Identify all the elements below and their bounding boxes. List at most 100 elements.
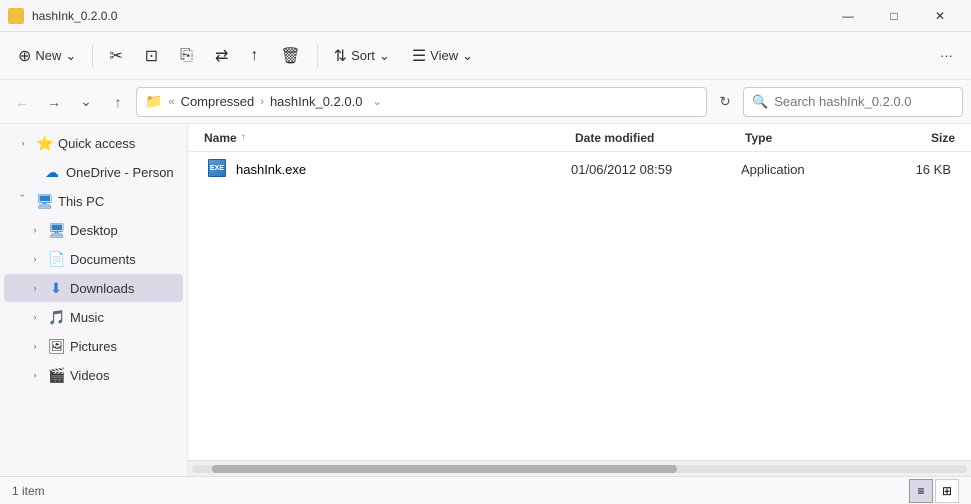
refresh-button[interactable]: ↻ <box>711 88 739 116</box>
view-button[interactable]: ☰ View ⌄ <box>402 38 483 74</box>
window-title: hashInk_0.2.0.0 <box>32 9 117 23</box>
breadcrumb-part2: hashInk_0.2.0.0 <box>270 94 363 109</box>
title-bar: hashInk_0.2.0.0 — □ ✕ <box>0 0 971 32</box>
delete-icon: 🗑 <box>280 46 300 66</box>
documents-icon: 📄 <box>48 251 64 268</box>
close-button[interactable]: ✕ <box>917 0 963 32</box>
sidebar-item-desktop[interactable]: › 🖥 Desktop <box>4 216 183 244</box>
expand-icon: › <box>28 283 42 293</box>
exe-icon: EXE <box>208 159 226 177</box>
delete-button[interactable]: 🗑 <box>270 38 310 74</box>
sidebar-item-pictures[interactable]: › 🖼 Pictures <box>4 332 183 360</box>
recent-locations-button[interactable]: ⌄ <box>72 88 100 116</box>
share-icon: ↑ <box>250 47 258 65</box>
folder-icon <box>8 8 24 24</box>
paste-button[interactable]: ⎘ <box>170 38 203 74</box>
file-date: 01/06/2012 08:59 <box>571 162 741 177</box>
music-icon: 🎵 <box>48 309 64 326</box>
status-item-count: 1 item <box>12 484 45 498</box>
pictures-icon: 🖼 <box>48 338 64 355</box>
up-button[interactable]: ↑ <box>104 88 132 116</box>
more-button[interactable]: ··· <box>930 38 963 74</box>
file-name: hashInk.exe <box>236 162 306 177</box>
move-icon: ⇄ <box>215 46 228 66</box>
quick-access-icon: ⭐ <box>36 135 52 152</box>
search-input[interactable] <box>774 94 954 109</box>
horizontal-scrollbar[interactable] <box>188 460 971 476</box>
move-button[interactable]: ⇄ <box>205 38 238 74</box>
sidebar-item-documents[interactable]: › 📄 Documents <box>4 245 183 273</box>
sidebar-item-videos[interactable]: › 🎬 Videos <box>4 361 183 389</box>
cut-icon: ✂ <box>109 46 122 66</box>
grid-view-button[interactable]: ⊞ <box>935 479 959 503</box>
sort-icon: ⇅ <box>334 46 347 66</box>
sidebar-item-downloads[interactable]: › ⬇ Downloads <box>4 274 183 302</box>
share-button[interactable]: ↑ <box>240 38 268 74</box>
details-view-button[interactable]: ≡ <box>909 479 933 503</box>
search-icon: 🔍 <box>752 94 768 110</box>
sidebar-item-this-pc[interactable]: › 🖥 This PC <box>4 187 183 215</box>
sidebar-item-label: OneDrive - Person <box>66 165 174 180</box>
this-pc-icon: 🖥 <box>36 193 52 210</box>
forward-button[interactable]: → <box>40 88 68 116</box>
toolbar-separator-2 <box>317 44 318 68</box>
sidebar-item-label: Pictures <box>70 339 117 354</box>
desktop-icon: 🖥 <box>48 222 64 239</box>
breadcrumb-part1: Compressed <box>181 94 255 109</box>
expand-icon: › <box>16 138 30 148</box>
maximize-button[interactable]: □ <box>871 0 917 32</box>
file-icon: EXE <box>208 159 228 179</box>
sidebar-item-label: This PC <box>58 194 104 209</box>
sidebar-item-label: Videos <box>70 368 110 383</box>
file-name-cell: EXE hashInk.exe <box>208 159 571 179</box>
window-controls: — □ ✕ <box>825 0 963 32</box>
view-chevron: ⌄ <box>462 48 473 64</box>
sort-button[interactable]: ⇅ Sort ⌄ <box>324 38 400 74</box>
sidebar-item-quick-access[interactable]: › ⭐ Quick access <box>4 129 183 157</box>
col-size: Size <box>875 131 955 145</box>
sort-label: Sort <box>351 48 375 63</box>
expand-icon: › <box>18 194 28 208</box>
view-label: View <box>430 48 458 63</box>
cut-button[interactable]: ✂ <box>99 38 132 74</box>
file-type: Application <box>741 162 871 177</box>
sidebar-item-label: Music <box>70 310 104 325</box>
file-header: Name ↑ Date modified Type Size <box>188 124 971 152</box>
sidebar: › ⭐ Quick access ☁ OneDrive - Person › 🖥… <box>0 124 188 476</box>
sidebar-item-label: Desktop <box>70 223 118 238</box>
status-bar: 1 item ≡ ⊞ <box>0 476 971 504</box>
address-bar[interactable]: 📁 « Compressed › hashInk_0.2.0.0 ⌄ <box>136 87 707 117</box>
scrollbar-track <box>192 465 967 473</box>
new-label: New <box>35 48 61 63</box>
expand-icon: › <box>28 225 42 235</box>
expand-icon: › <box>28 312 42 322</box>
breadcrumb-sep1: « <box>168 96 174 108</box>
col-name: Name ↑ <box>204 131 575 145</box>
sidebar-item-music[interactable]: › 🎵 Music <box>4 303 183 331</box>
sidebar-item-onedrive[interactable]: ☁ OneDrive - Person <box>4 158 183 186</box>
file-size: 16 KB <box>871 162 951 177</box>
downloads-icon: ⬇ <box>48 280 64 297</box>
col-date: Date modified <box>575 131 745 145</box>
new-icon: ⊕ <box>18 46 31 66</box>
toolbar-separator-1 <box>92 44 93 68</box>
back-button[interactable]: ← <box>8 88 36 116</box>
paste-icon: ⎘ <box>180 47 193 65</box>
sort-arrow-icon: ↑ <box>241 132 246 143</box>
col-type: Type <box>745 131 875 145</box>
file-list: EXE hashInk.exe 01/06/2012 08:59 Applica… <box>188 152 971 460</box>
expand-icon: › <box>28 254 42 264</box>
view-toggle-buttons: ≡ ⊞ <box>909 479 959 503</box>
address-chevron-icon: ⌄ <box>372 95 381 108</box>
expand-icon: › <box>28 370 42 380</box>
videos-icon: 🎬 <box>48 367 64 384</box>
grid-view-icon: ⊞ <box>942 484 952 498</box>
onedrive-icon: ☁ <box>44 164 60 181</box>
new-button[interactable]: ⊕ New ⌄ <box>8 38 86 74</box>
minimize-button[interactable]: — <box>825 0 871 32</box>
search-bar: 🔍 <box>743 87 963 117</box>
sidebar-item-label: Quick access <box>58 136 135 151</box>
copy-button[interactable]: ⊡ <box>135 38 168 74</box>
table-row[interactable]: EXE hashInk.exe 01/06/2012 08:59 Applica… <box>192 153 967 185</box>
toolbar: ⊕ New ⌄ ✂ ⊡ ⎘ ⇄ ↑ 🗑 ⇅ Sort ⌄ ☰ View ⌄ ··… <box>0 32 971 80</box>
